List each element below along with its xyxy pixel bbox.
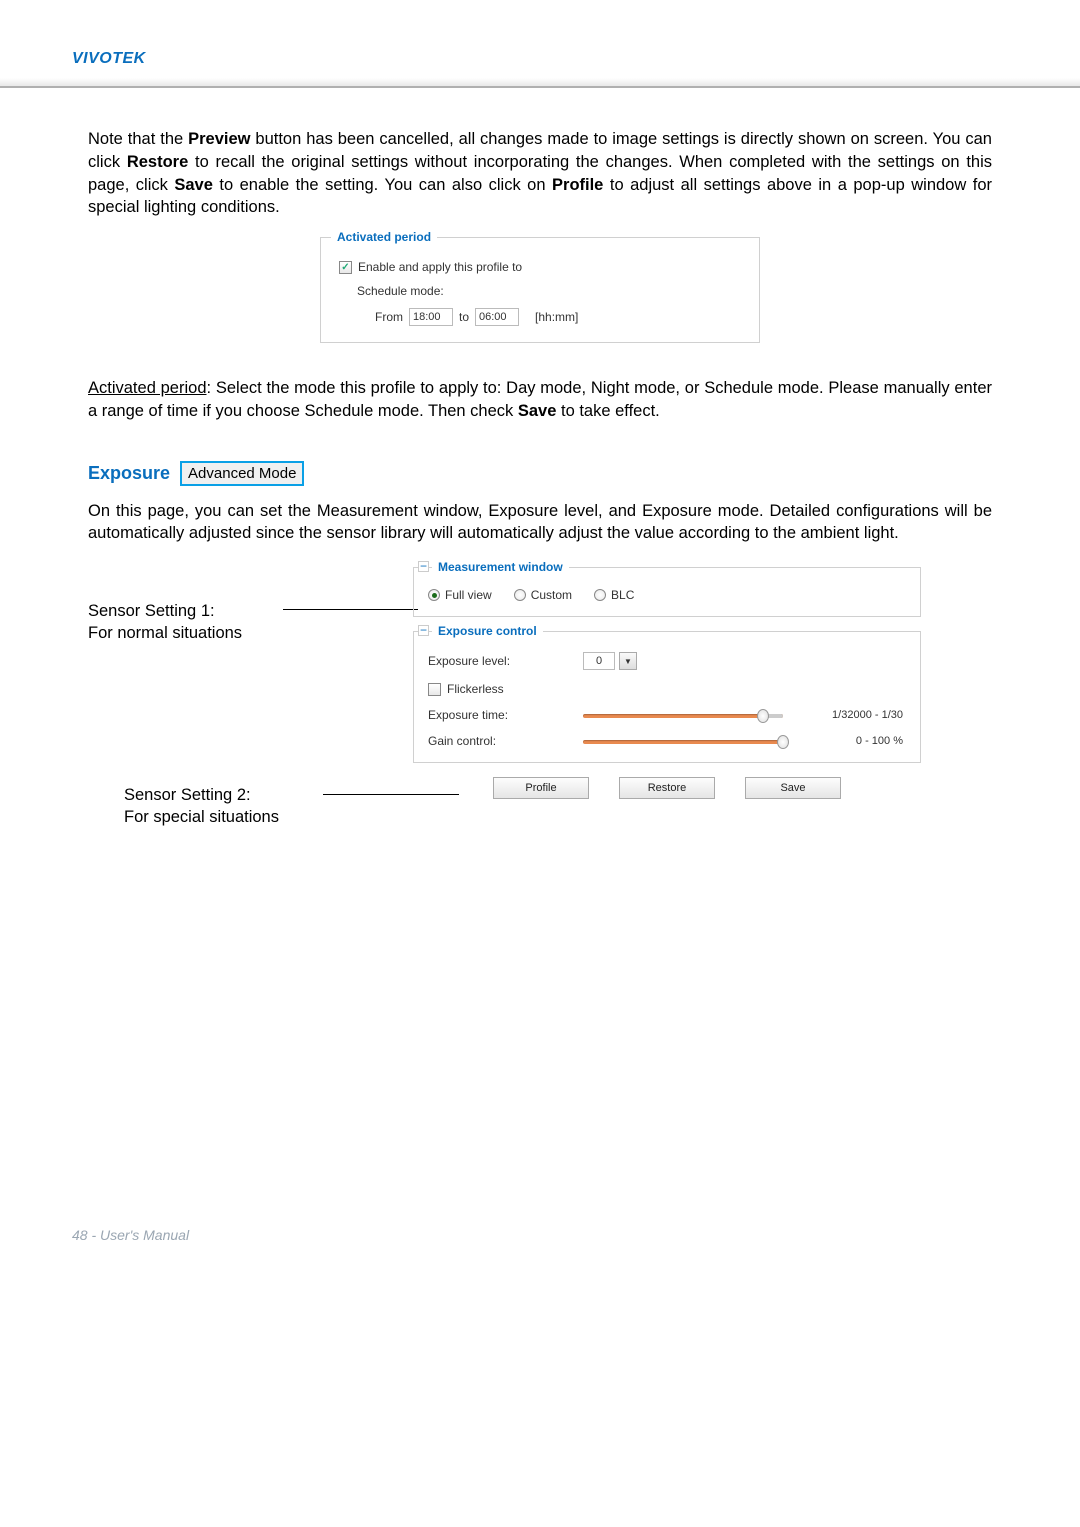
flickerless-checkbox[interactable] [428, 683, 441, 696]
sensor-setting-1-label: Sensor Setting 1: For normal situations [88, 601, 242, 644]
radio-label: Custom [531, 588, 572, 602]
exposure-control-fieldset: − Exposure control Exposure level: 0 ▼ [413, 631, 921, 763]
radio-blc[interactable]: BLC [594, 588, 634, 602]
restore-word: Restore [127, 153, 188, 171]
save-button[interactable]: Save [745, 777, 841, 799]
exposure-heading: Exposure [88, 463, 170, 484]
measurement-window-legend: Measurement window [432, 560, 569, 574]
exposure-time-slider[interactable] [583, 709, 783, 721]
collapse-toggle[interactable]: − [418, 561, 429, 572]
brand-title: VIVOTEK [72, 50, 146, 68]
preview-word: Preview [188, 130, 250, 148]
page-footer-text: 48 - User's Manual [72, 1227, 189, 1243]
enable-profile-checkbox[interactable]: ✓ [339, 261, 352, 274]
intro-paragraph: Note that the Preview button has been ca… [88, 128, 992, 219]
chevron-down-icon: ▼ [624, 657, 632, 666]
gain-control-slider[interactable] [583, 735, 783, 747]
radio-label: Full view [445, 588, 492, 602]
profile-button[interactable]: Profile [493, 777, 589, 799]
radio-dot-icon [514, 589, 526, 601]
exposure-level-label: Exposure level: [428, 654, 583, 668]
exposure-time-label: Exposure time: [428, 708, 583, 722]
text: to take effect. [556, 402, 659, 420]
slider-track [583, 740, 783, 744]
advanced-mode-badge: Advanced Mode [180, 461, 304, 486]
text: to enable the setting. You can also clic… [213, 176, 552, 194]
radio-full-view[interactable]: Full view [428, 588, 492, 602]
save-word: Save [174, 176, 213, 194]
activated-period-legend: Activated period [331, 230, 437, 244]
flickerless-label: Flickerless [447, 682, 504, 696]
gain-control-range-text: 0 - 100 % [856, 735, 903, 747]
gain-control-label: Gain control: [428, 734, 583, 748]
exposure-time-range-text: 1/32000 - 1/30 [832, 709, 903, 721]
radio-dot-icon [594, 589, 606, 601]
from-label: From [375, 310, 403, 324]
sensor-setting-2-label: Sensor Setting 2: For special situations [124, 785, 279, 828]
sensor-2-line-2: For special situations [124, 808, 279, 826]
exposure-paragraph: On this page, you can set the Measuremen… [88, 500, 992, 546]
sensor-1-line-1: Sensor Setting 1: [88, 602, 215, 620]
slider-thumb[interactable] [757, 709, 769, 723]
radio-dot-icon [428, 589, 440, 601]
pointer-line-1 [283, 609, 418, 610]
exposure-control-legend: Exposure control [432, 624, 543, 638]
profile-word: Profile [552, 176, 603, 194]
activated-period-paragraph: Activated period: Select the mode this p… [88, 377, 992, 423]
from-time-input[interactable]: 18:00 [409, 308, 453, 326]
radio-label: BLC [611, 588, 634, 602]
exposure-level-input[interactable]: 0 [583, 652, 615, 670]
text: Note that the [88, 130, 188, 148]
exposure-level-dropdown[interactable]: ▼ [619, 652, 637, 670]
time-format-hint: [hh:mm] [535, 310, 578, 324]
radio-custom[interactable]: Custom [514, 588, 572, 602]
enable-profile-label: Enable and apply this profile to [358, 260, 522, 274]
slider-track [583, 714, 783, 718]
to-label: to [459, 310, 469, 324]
slider-thumb[interactable] [777, 735, 789, 749]
save-word: Save [518, 402, 557, 420]
activated-period-panel: Activated period ✓ Enable and apply this… [320, 237, 760, 343]
measurement-window-fieldset: − Measurement window Full view Custom BL… [413, 567, 921, 617]
to-time-input[interactable]: 06:00 [475, 308, 519, 326]
sensor-2-line-1: Sensor Setting 2: [124, 786, 251, 804]
schedule-mode-label: Schedule mode: [357, 284, 444, 298]
activated-period-lead: Activated period [88, 379, 207, 397]
restore-button[interactable]: Restore [619, 777, 715, 799]
sensor-1-line-2: For normal situations [88, 624, 242, 642]
collapse-toggle[interactable]: − [418, 625, 429, 636]
